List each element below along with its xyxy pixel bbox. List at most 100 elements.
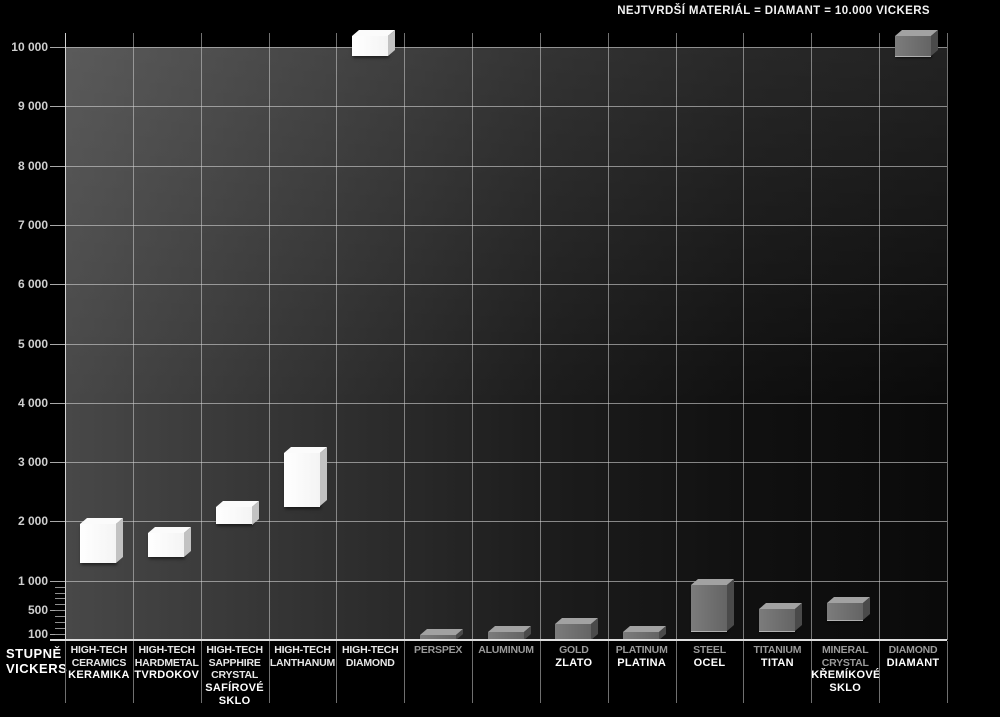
gridline-horizontal [65,344,947,345]
category-separator [404,641,405,703]
y-tick-mark [50,166,66,167]
bar-side-face [184,527,191,557]
category-label-high-tech-lanthanum: HIGH-TECHLANTHANUM [269,644,337,669]
category-name-line: CRYSTAL [811,657,879,670]
category-czech-line: KŘEMÍKOVÉ [811,669,879,682]
category-czech-line: SKLO [201,695,269,708]
bar-high-tech-ceramics [80,518,123,563]
bar-front-face [352,36,388,56]
gridline-vertical [743,33,744,640]
gridline-horizontal [65,106,947,107]
y-minor-tick [55,634,65,635]
category-name-line: MINERAL [811,644,879,657]
y-tick-mark [50,521,66,522]
category-czech-line: PLATINA [608,657,676,670]
y-minor-tick [55,587,65,588]
category-czech-line: TVRDOKOV [133,669,201,682]
gridline-horizontal [65,47,947,48]
bar-front-face [759,609,795,632]
bar-platinum [623,626,666,640]
category-name-line: HIGH-TECH [336,644,404,657]
category-separator [676,641,677,703]
x-axis-baseline [50,639,947,641]
gridline-horizontal [65,581,947,582]
bar-side-face [591,618,598,640]
y-tick-mark [50,462,66,463]
y-axis-unit-label: STUPNĚ VICKERS [6,646,67,676]
y-minor-tick [55,604,65,605]
category-separator [879,641,880,703]
category-name-line: HIGH-TECH [133,644,201,657]
category-label-titanium: TITANIUMTITAN [743,644,811,670]
category-label-platinum: PLATINUMPLATINA [608,644,676,670]
y-tick-label: 4 000 [0,397,48,409]
y-tick-mark [50,106,66,107]
y-minor-tick [55,622,65,623]
y-minor-tick [55,616,65,617]
bar-front-face [691,585,727,632]
y-tick-label: 5 000 [0,338,48,350]
category-name-line: STEEL [676,644,744,657]
category-name-line: TITANIUM [743,644,811,657]
category-name-line: DIAMOND [336,657,404,670]
category-name-line: DIAMOND [879,644,947,657]
gridline-vertical [811,33,812,640]
gridline-vertical [879,33,880,640]
y-tick-label: 2 000 [0,515,48,527]
category-czech-line: TITAN [743,657,811,670]
gridline-horizontal [65,462,947,463]
category-separator [743,641,744,703]
category-label-aluminum: ALUMINUM [472,644,540,657]
bar-side-face [388,30,395,56]
y-axis-line [65,33,66,640]
gridline-vertical [201,33,202,640]
bar-side-face [931,30,938,56]
category-name-line: PERSPEX [404,644,472,657]
bar-high-tech-hardmetal [148,527,191,557]
y-tick-mark [50,47,66,48]
bar-front-face [895,36,931,57]
category-label-gold: GOLDZLATO [540,644,608,670]
y-tick-label: 6 000 [0,278,48,290]
gridline-horizontal [65,225,947,226]
bar-aluminum [488,626,531,640]
bar-front-face [827,603,863,621]
category-label-steel: STEELOCEL [676,644,744,670]
gridline-vertical [336,33,337,640]
y-tick-label: 8 000 [0,160,48,172]
category-name-line: CERAMICS [65,657,133,670]
y-tick-mark [50,225,66,226]
y-axis-unit-line1: STUPNĚ [6,646,67,661]
hardness-chart: NEJTVRDŠÍ MATERIÁL = DIAMANT = 10.000 VI… [0,0,1000,717]
bar-steel [691,579,734,631]
category-name-line: HARDMETAL [133,657,201,670]
y-tick-label: 500 [0,604,48,616]
y-tick-label: 100 [0,628,48,640]
bar-mineral-crystal [827,597,870,620]
y-tick-label: 9 000 [0,100,48,112]
category-separator [269,641,270,703]
y-tick-mark [50,344,66,345]
y-tick-label: 3 000 [0,456,48,468]
bar-diamond [895,30,938,56]
category-name-line: SAPPHIRE [201,657,269,670]
bar-front-face [284,453,320,506]
bar-titanium [759,603,802,631]
category-name-line: HIGH-TECH [65,644,133,657]
y-tick-mark [50,581,66,582]
bar-front-face [216,507,252,525]
bar-side-face [320,447,327,506]
category-separator [336,641,337,703]
category-czech-line: SKLO [811,682,879,695]
category-name-line: GOLD [540,644,608,657]
bar-side-face [727,579,734,631]
category-czech-line: SAFÍROVÉ [201,682,269,695]
gridline-vertical [947,33,948,640]
y-minor-tick [55,610,65,611]
category-name-line: LANTHANUM [269,657,337,670]
bar-side-face [795,603,802,631]
category-label-mineral-crystal: MINERALCRYSTALKŘEMÍKOVÉSKLO [811,644,879,695]
category-name-line: HIGH-TECH [201,644,269,657]
y-minor-tick [55,628,65,629]
category-separator [811,641,812,703]
